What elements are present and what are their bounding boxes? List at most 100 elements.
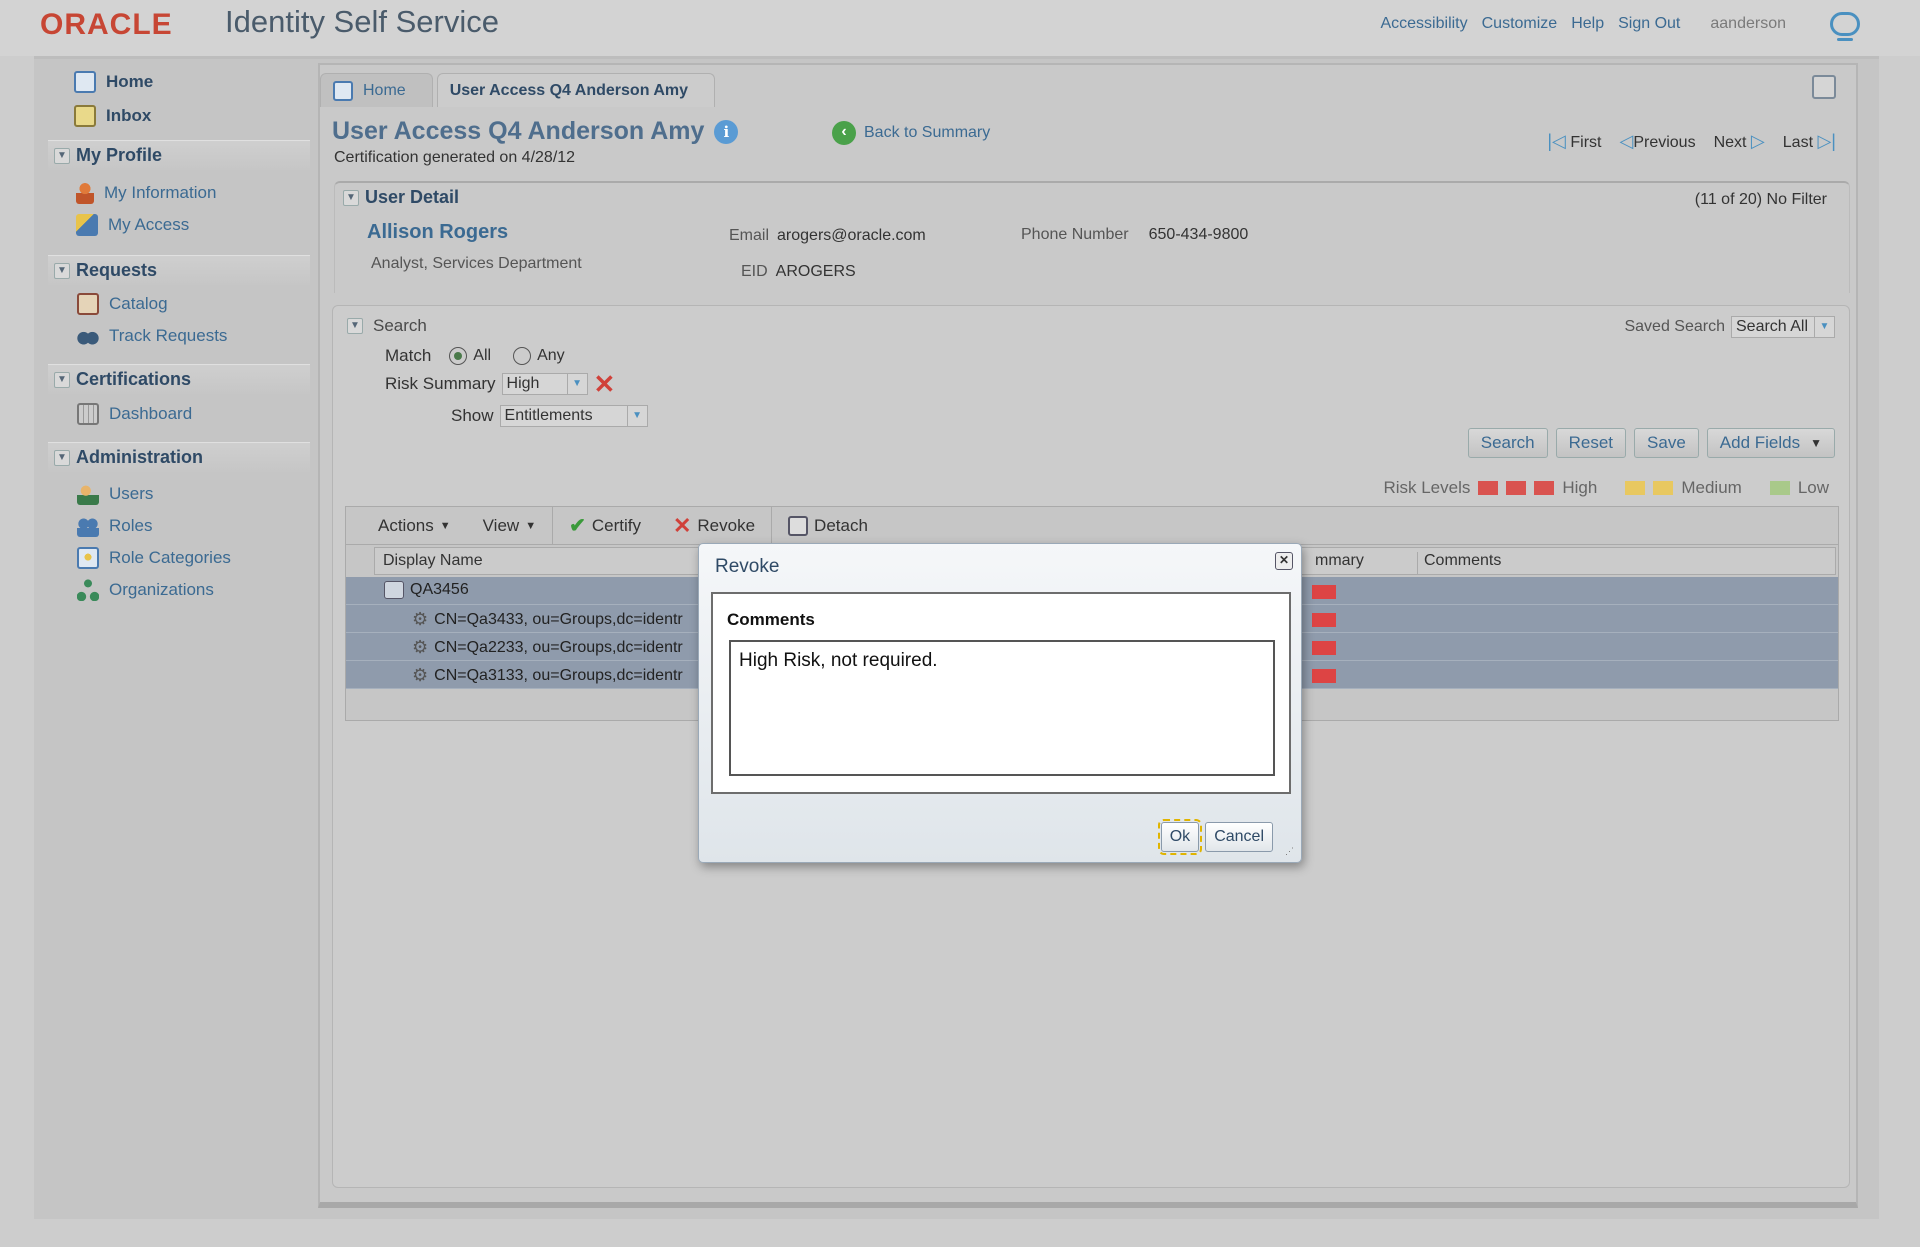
remove-field-icon[interactable]: ✕ xyxy=(594,371,616,397)
pager-first[interactable]: |◁ First xyxy=(1547,131,1601,152)
search-header[interactable]: ▼ Search xyxy=(347,316,427,336)
column-header-risk-summary[interactable]: mmary xyxy=(1315,552,1364,570)
section-requests[interactable]: ▼ Requests xyxy=(48,255,310,285)
revoke-button[interactable]: ✕ Revoke xyxy=(657,512,771,538)
user-department: Analyst, Services Department xyxy=(371,255,582,272)
show-select[interactable]: Entitlements ▼ xyxy=(499,405,648,427)
risk-summary-select[interactable]: High ▼ xyxy=(501,373,588,395)
tab-home[interactable]: Home xyxy=(320,73,433,107)
key-icon xyxy=(76,214,98,236)
section-my-profile[interactable]: ▼ My Profile xyxy=(48,140,310,170)
sidebar-item-label: Dashboard xyxy=(109,404,193,423)
actions-menu[interactable]: Actions ▼ xyxy=(346,516,467,536)
user-detail-title: User Detail xyxy=(365,187,460,207)
dashboard-icon xyxy=(77,403,99,425)
section-title: Administration xyxy=(76,447,204,467)
comments-textarea[interactable]: High Risk, not required. xyxy=(729,640,1275,776)
oracle-globe-icon[interactable] xyxy=(1830,12,1860,41)
next-icon: ▷ xyxy=(1750,131,1765,151)
home-icon xyxy=(74,71,96,93)
risk-medium-swatch xyxy=(1625,481,1646,495)
revoke-x-icon: ✕ xyxy=(672,512,692,538)
column-header-display-name[interactable]: Display Name xyxy=(383,552,483,570)
roles-icon xyxy=(77,515,99,537)
dialog-buttons: Ok Cancel xyxy=(1157,819,1273,855)
sidebar-item-my-access[interactable]: My Access xyxy=(76,214,189,236)
help-link[interactable]: Help xyxy=(1571,15,1604,33)
phone-value: 650-434-9800 xyxy=(1148,226,1249,243)
add-fields-button[interactable]: Add Fields ▼ xyxy=(1706,428,1835,458)
save-button[interactable]: Save xyxy=(1634,428,1699,458)
sidebar-item-label: Organizations xyxy=(109,580,214,599)
pager-previous[interactable]: ◁Previous xyxy=(1619,131,1695,152)
revoke-dialog: Revoke ✕ Comments High Risk, not require… xyxy=(698,543,1302,863)
sidebar-item-catalog[interactable]: Catalog xyxy=(77,293,168,315)
saved-search-value: Search All xyxy=(1736,318,1809,335)
match-all-radio[interactable] xyxy=(449,347,468,365)
row-name-cell: ⚙ CN=Qa3133, ou=Groups,dc=identr xyxy=(412,665,683,686)
sidebar-item-label: Inbox xyxy=(106,106,152,125)
role-categories-icon xyxy=(77,547,99,569)
saved-search-select[interactable]: Search All ▼ xyxy=(1731,316,1835,338)
sidebar-item-home[interactable]: Home xyxy=(74,71,153,93)
sidebar-item-users[interactable]: Users xyxy=(77,483,153,505)
detach-button[interactable]: Detach xyxy=(772,515,884,536)
sidebar-item-dashboard[interactable]: Dashboard xyxy=(77,403,192,425)
sidebar-item-my-information[interactable]: My Information xyxy=(76,182,216,204)
inbox-icon xyxy=(74,105,96,127)
sidebar-item-label: Home xyxy=(106,72,154,91)
sidebar-item-inbox[interactable]: Inbox xyxy=(74,105,151,127)
user-detail-header[interactable]: ▼ User Detail xyxy=(343,187,459,208)
match-any-label: Any xyxy=(537,347,565,364)
section-title: Certifications xyxy=(76,369,192,389)
group-icon xyxy=(384,581,404,599)
table-toolbar: Actions ▼ View ▼ ✔ Certify ✕ Revoke Deta… xyxy=(346,506,1838,545)
section-certifications[interactable]: ▼ Certifications xyxy=(48,364,310,394)
cancel-button[interactable]: Cancel xyxy=(1205,822,1273,852)
eid-label: EID xyxy=(741,263,768,280)
last-icon: ▷| xyxy=(1817,131,1836,151)
chevron-down-icon: ▼ xyxy=(54,147,70,164)
tab-user-access[interactable]: User Access Q4 Anderson Amy xyxy=(436,73,716,107)
sign-out-link[interactable]: Sign Out xyxy=(1618,15,1680,33)
section-title: Requests xyxy=(76,260,158,280)
row-name: CN=Qa3133, ou=Groups,dc=identr xyxy=(434,666,683,684)
show-label: Show xyxy=(451,406,494,425)
certify-label: Certify xyxy=(591,515,641,535)
close-icon[interactable]: ✕ xyxy=(1275,552,1293,570)
view-label: View xyxy=(482,515,520,535)
certify-button[interactable]: ✔ Certify xyxy=(553,513,657,538)
close-tab-icon[interactable] xyxy=(1812,75,1836,99)
reset-button[interactable]: Reset xyxy=(1555,428,1627,458)
user-name: Allison Rogers xyxy=(367,221,509,243)
resize-grip-icon[interactable]: ⋰ xyxy=(1285,846,1297,858)
first-icon: |◁ xyxy=(1547,131,1566,151)
dialog-title: Revoke xyxy=(715,556,780,577)
detach-label: Detach xyxy=(814,515,868,535)
pager-next[interactable]: Next ▷ xyxy=(1714,131,1765,152)
sidebar-item-roles[interactable]: Roles xyxy=(77,515,152,537)
customize-link[interactable]: Customize xyxy=(1482,15,1558,33)
sidebar-item-organizations[interactable]: Organizations xyxy=(77,579,214,601)
show-value: Entitlements xyxy=(504,407,593,424)
risk-high-swatch xyxy=(1478,481,1499,495)
column-header-comments[interactable]: Comments xyxy=(1417,552,1501,574)
search-button[interactable]: Search xyxy=(1467,428,1548,458)
eid-value: AROGERS xyxy=(775,263,856,280)
saved-search: Saved Search Search All ▼ xyxy=(1624,316,1835,338)
section-administration[interactable]: ▼ Administration xyxy=(48,442,310,472)
page-subtitle: Certification generated on 4/28/12 xyxy=(334,149,576,166)
back-to-summary-link[interactable]: ‹ Back to Summary xyxy=(832,121,990,145)
match-label: Match xyxy=(385,346,432,365)
view-menu[interactable]: View ▼ xyxy=(467,516,552,536)
pager-last[interactable]: Last ▷| xyxy=(1783,131,1836,152)
back-link-label: Back to Summary xyxy=(864,124,991,141)
ok-button[interactable]: Ok xyxy=(1157,819,1203,855)
sidebar-item-role-categories[interactable]: Role Categories xyxy=(77,547,231,569)
chevron-down-icon: ▼ xyxy=(1814,317,1834,337)
accessibility-link[interactable]: Accessibility xyxy=(1380,15,1467,33)
match-any-radio[interactable] xyxy=(513,347,532,365)
info-icon[interactable]: i xyxy=(714,119,739,144)
sidebar-item-label: Catalog xyxy=(109,294,168,313)
sidebar-item-track-requests[interactable]: Track Requests xyxy=(77,325,227,347)
